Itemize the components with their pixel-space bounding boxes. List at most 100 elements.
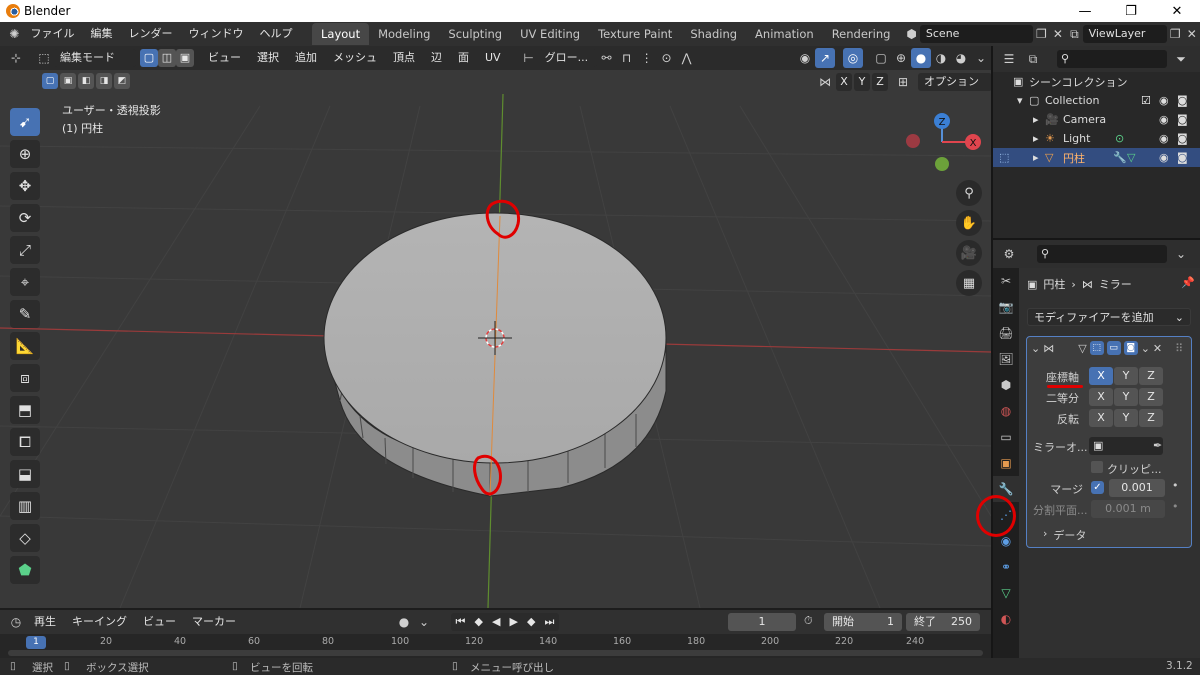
menu-window[interactable]: ウィンドウ (180, 22, 251, 46)
transform-orientation-dropdown[interactable]: グロー... (538, 49, 597, 67)
view-layer-field[interactable]: ViewLayer (1082, 25, 1168, 43)
timeline-menu-view[interactable]: ビュー (135, 610, 184, 634)
outliner-collection[interactable]: ▾ ▢ Collection ☑ ◉ ◙ (993, 91, 1200, 110)
scale-tool-icon[interactable]: ⤢ (10, 236, 40, 264)
vp-menu-select[interactable]: 選択 (249, 46, 287, 70)
select-new-button[interactable]: ▢ (42, 73, 58, 89)
view-layer-tab-icon[interactable]: 🖼 (993, 346, 1019, 372)
expand-camera-icon[interactable]: ▸ (1033, 113, 1045, 126)
menu-edit[interactable]: 編集 (82, 22, 120, 46)
pivot-icon[interactable]: ⚯ (597, 48, 617, 68)
play-reverse-icon[interactable]: ◀ (492, 613, 500, 631)
playhead[interactable]: 1 (26, 636, 46, 649)
add-modifier-dropdown[interactable]: モディファイアーを追加 ⌄ (1027, 308, 1191, 326)
drag-handle-icon[interactable]: ⠿ (1175, 342, 1183, 355)
outliner-editor-icon[interactable]: ☰ (999, 49, 1019, 69)
flip-y-button[interactable]: Y (1114, 409, 1138, 427)
tab-modeling[interactable]: Modeling (369, 23, 439, 45)
collection-tab-icon[interactable]: ▭ (993, 424, 1019, 450)
auto-merge-icon[interactable]: ⊞ (894, 73, 912, 91)
bisect-z-button[interactable]: Z (1139, 388, 1163, 406)
jump-end-icon[interactable]: ⏭ (545, 613, 555, 631)
outliner-light[interactable]: ▸ ☀ Light ⊙ ◉ ◙ (993, 129, 1200, 148)
constraints-tab-icon[interactable]: ⚭ (993, 554, 1019, 580)
edit-mode-toggle-icon[interactable]: ⬚ (1089, 341, 1104, 355)
knife-tool-icon[interactable]: ◇ (10, 524, 40, 552)
merge-value-field[interactable]: 0.001 (1109, 479, 1165, 497)
current-frame-field[interactable]: 1 (728, 613, 796, 631)
navigation-gizmo[interactable]: Z X (900, 108, 990, 178)
collection-checkbox[interactable]: ☑ (1141, 94, 1151, 107)
proportional-edit-icon[interactable]: ⊙ (657, 48, 677, 68)
filter-icon[interactable]: ⏷ (1171, 49, 1191, 69)
expand-light-icon[interactable]: ▸ (1033, 132, 1045, 145)
axis-x-button[interactable]: X (1089, 367, 1113, 385)
data-tab-icon[interactable]: ▽ (993, 580, 1019, 606)
merge-checkbox[interactable]: ✓ (1091, 481, 1104, 494)
play-icon[interactable]: ▶ (510, 613, 518, 631)
timeline-scrollbar[interactable] (8, 650, 983, 656)
camera-view-icon[interactable]: 🎥 (956, 240, 982, 266)
outliner-search-input[interactable]: ⚲ (1057, 50, 1167, 68)
object-tab-icon[interactable]: ▣ (993, 450, 1019, 476)
axis-z-button[interactable]: Z (1139, 367, 1163, 385)
poly-build-tool-icon[interactable]: ⬟ (10, 556, 40, 584)
select-tool-icon[interactable]: ➹ (10, 108, 40, 136)
collection-visibility-icon[interactable]: ◉ (1159, 94, 1169, 107)
cursor-tool-icon[interactable]: ⊕ (10, 140, 40, 168)
mode-dropdown[interactable]: 編集モード (54, 49, 136, 67)
rotate-tool-icon[interactable]: ⟳ (10, 204, 40, 232)
bevel-tool-icon[interactable]: ⬓ (10, 460, 40, 488)
material-tab-icon[interactable]: ◐ (993, 606, 1019, 632)
close-window-button[interactable]: ✕ (1154, 0, 1200, 22)
modifier-menu-icon[interactable]: ⌄ (1141, 342, 1150, 355)
gizmo-toggle-icon[interactable]: ↗ (815, 48, 835, 68)
new-view-layer-icon[interactable]: ❐ (1167, 24, 1183, 44)
add-cube-tool-icon[interactable]: ⧈ (10, 364, 40, 392)
output-tab-icon[interactable]: 🖨 (993, 320, 1019, 346)
tab-shading[interactable]: Shading (681, 23, 746, 45)
snap-icon[interactable]: ⊓ (617, 48, 637, 68)
tab-rendering[interactable]: Rendering (823, 23, 900, 45)
maximize-button[interactable]: ❐ (1108, 0, 1154, 22)
select-subtract-button[interactable]: ◧ (78, 73, 94, 89)
new-scene-icon[interactable]: ❐ (1033, 24, 1049, 44)
snap-target-icon[interactable]: ⋮ (637, 48, 657, 68)
display-mode-icon[interactable]: ⧉ (1023, 49, 1043, 69)
flip-z-button[interactable]: Z (1139, 409, 1163, 427)
start-frame-field[interactable]: 開始 1 (824, 613, 902, 631)
options-dropdown[interactable]: オプション (918, 73, 991, 91)
bisect-distance-field[interactable]: 0.001 m (1091, 500, 1165, 518)
vertex-select-button[interactable]: ▢ (140, 49, 158, 67)
wireframe-shading-icon[interactable]: ⊕ (891, 48, 911, 68)
tab-texture-paint[interactable]: Texture Paint (589, 23, 681, 45)
data-subpanel-header[interactable]: › データ (1043, 527, 1086, 543)
edit-cage-icon[interactable]: ▽ (1078, 342, 1086, 355)
edit-mode-indicator-icon[interactable]: ⬚ (999, 151, 1033, 164)
outliner-camera[interactable]: ▸ 🎥 Camera ◉ ◙ (993, 110, 1200, 129)
pan-hand-icon[interactable]: ✋ (956, 210, 982, 236)
keying-options-icon[interactable]: ⌄ (414, 612, 434, 632)
pin-icon[interactable]: 📌 (1181, 276, 1195, 289)
properties-options-icon[interactable]: ⌄ (1171, 244, 1191, 264)
collapse-modifier-icon[interactable]: ⌄ (1031, 342, 1040, 355)
merge-keyframe-icon[interactable]: • (1172, 479, 1179, 492)
vp-menu-view[interactable]: ビュー (200, 46, 249, 70)
properties-editor-icon[interactable]: ⚙ (999, 244, 1019, 264)
rendered-shading-icon[interactable]: ◕ (951, 48, 971, 68)
gizmo-neg-x-icon[interactable] (906, 134, 920, 148)
menu-file[interactable]: ファイル (22, 22, 82, 46)
tab-sculpting[interactable]: Sculpting (439, 23, 511, 45)
vp-menu-uv[interactable]: UV (477, 46, 509, 70)
timeline-editor-icon[interactable]: ◷ (6, 612, 26, 632)
flip-x-button[interactable]: X (1089, 409, 1113, 427)
minimize-button[interactable]: — (1062, 0, 1108, 22)
vp-menu-face[interactable]: 面 (450, 46, 477, 70)
scene-icon[interactable]: ⬢ (903, 24, 919, 44)
light-visibility-icon[interactable]: ◉ (1159, 132, 1169, 145)
material-shading-icon[interactable]: ◑ (931, 48, 951, 68)
outliner-scene-collection[interactable]: ▣ シーンコレクション (993, 72, 1200, 91)
timeline-menu-playback[interactable]: 再生 (26, 610, 64, 634)
vp-menu-add[interactable]: 追加 (287, 46, 325, 70)
shading-options-icon[interactable]: ⌄ (971, 48, 991, 68)
